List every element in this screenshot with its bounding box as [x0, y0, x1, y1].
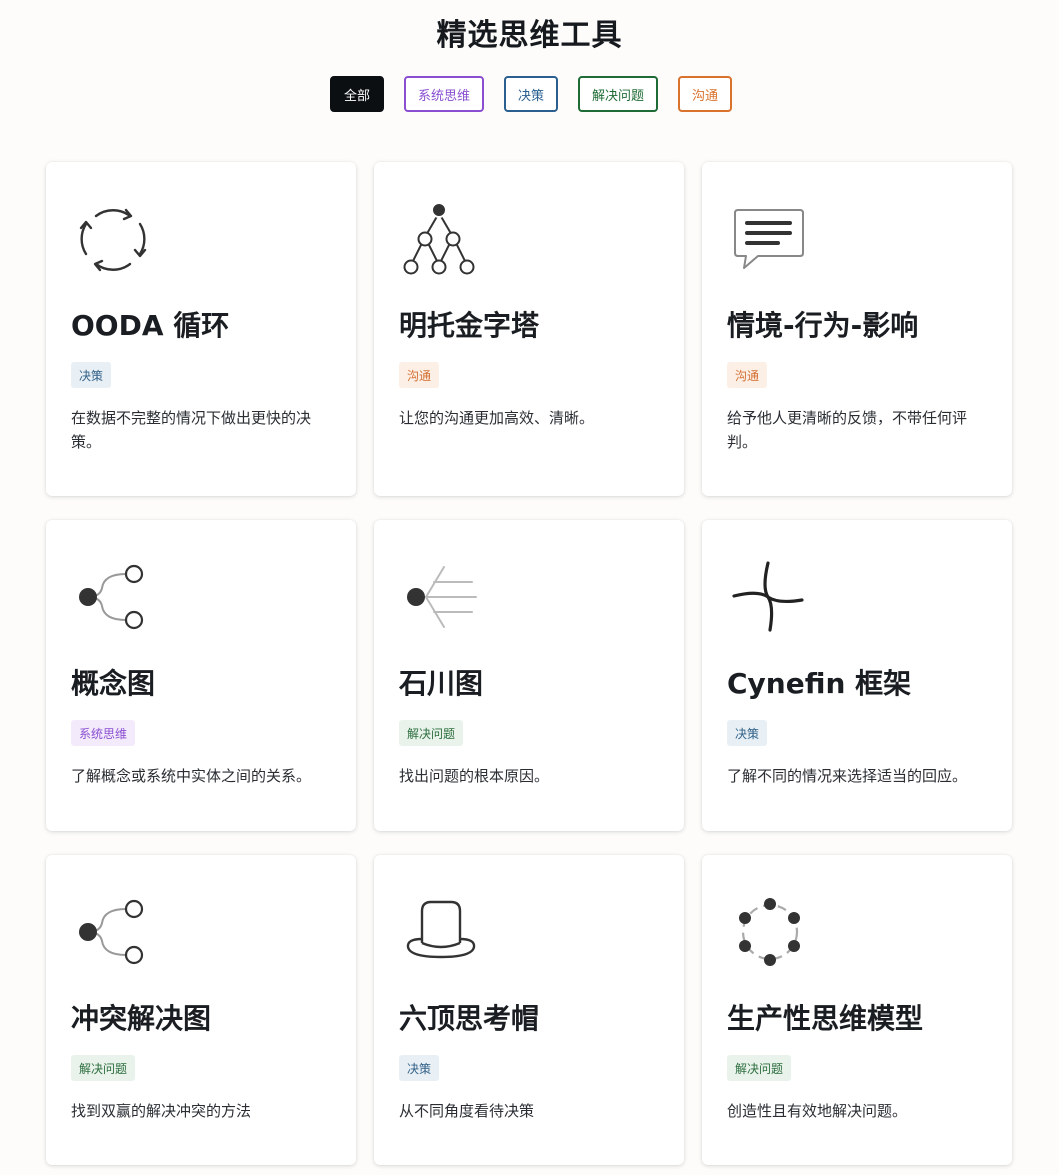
tool-card-sbi[interactable]: 情境-行为-影响 沟通 给予他人更清晰的反馈，不带任何评判。 [702, 162, 1012, 496]
top-hat-icon [402, 895, 478, 969]
card-title: 冲突解决图 [71, 1002, 212, 1035]
conflict-map-icon [74, 895, 150, 969]
concept-map-icon [74, 560, 150, 634]
cynefin-icon [730, 560, 806, 634]
card-description: 找到双赢的解决冲突的方法 [71, 1102, 252, 1120]
category-tag: 决策 [727, 720, 768, 746]
category-tag: 决策 [399, 1055, 440, 1081]
tool-card-ishikawa[interactable]: 石川图 解决问题 找出问题的根本原因。 [374, 520, 684, 831]
filter-all[interactable]: 全部 [329, 76, 384, 112]
card-title: Cynefin 框架 [727, 667, 912, 700]
ooda-cycle-icon [74, 202, 150, 276]
tool-card-concept-map[interactable]: 概念图 系统思维 了解概念或系统中实体之间的关系。 [46, 520, 356, 831]
card-title: 明托金字塔 [399, 309, 540, 342]
category-tag: 沟通 [399, 362, 440, 388]
category-tag: 解决问题 [727, 1055, 792, 1081]
category-tag: 系统思维 [71, 720, 136, 746]
speech-bubble-icon [730, 202, 806, 276]
filter-decision[interactable]: 决策 [503, 76, 558, 112]
filter-communication[interactable]: 沟通 [678, 76, 733, 112]
card-title: 生产性思维模型 [727, 1002, 924, 1035]
page-title: 精选思维工具 [436, 18, 623, 53]
filter-bar: 全部 系统思维 决策 解决问题 沟通 [0, 76, 1059, 112]
fishbone-icon [402, 560, 478, 634]
category-tag: 决策 [71, 362, 112, 388]
category-tag: 解决问题 [71, 1055, 136, 1081]
tool-card-minto-pyramid[interactable]: 明托金字塔 沟通 让您的沟通更加高效、清晰。 [374, 162, 684, 496]
card-description: 给予他人更清晰的反馈，不带任何评判。 [727, 409, 968, 451]
card-title: 情境-行为-影响 [727, 309, 919, 342]
tool-card-productive-thinking[interactable]: 生产性思维模型 解决问题 创造性且有效地解决问题。 [702, 855, 1012, 1165]
category-tag: 解决问题 [399, 720, 464, 746]
tool-card-ooda[interactable]: OODA 循环 决策 在数据不完整的情况下做出更快的决策。 [46, 162, 356, 496]
card-title: 石川图 [399, 667, 484, 700]
dot-circle-icon [730, 895, 806, 969]
card-description: 了解概念或系统中实体之间的关系。 [71, 767, 312, 785]
card-title: 概念图 [71, 667, 156, 700]
tool-card-cynefin[interactable]: Cynefin 框架 决策 了解不同的情况来选择适当的回应。 [702, 520, 1012, 831]
card-description: 了解不同的情况来选择适当的回应。 [727, 767, 968, 785]
card-title: OODA 循环 [71, 309, 230, 342]
pyramid-tree-icon [402, 202, 478, 276]
card-description: 找出问题的根本原因。 [399, 767, 550, 785]
card-description: 从不同角度看待决策 [399, 1102, 535, 1120]
card-title: 六顶思考帽 [399, 1002, 540, 1035]
filter-problem-solving[interactable]: 解决问题 [578, 76, 659, 112]
tool-card-six-hats[interactable]: 六顶思考帽 决策 从不同角度看待决策 [374, 855, 684, 1165]
tool-grid: OODA 循环 决策 在数据不完整的情况下做出更快的决策。 明托金字塔 沟通 让… [46, 162, 1012, 1165]
card-description: 让您的沟通更加高效、清晰。 [399, 409, 595, 427]
card-description: 创造性且有效地解决问题。 [727, 1102, 908, 1120]
tool-card-conflict-map[interactable]: 冲突解决图 解决问题 找到双赢的解决冲突的方法 [46, 855, 356, 1165]
category-tag: 沟通 [727, 362, 768, 388]
card-description: 在数据不完整的情况下做出更快的决策。 [71, 409, 312, 451]
filter-systems-thinking[interactable]: 系统思维 [403, 76, 484, 112]
